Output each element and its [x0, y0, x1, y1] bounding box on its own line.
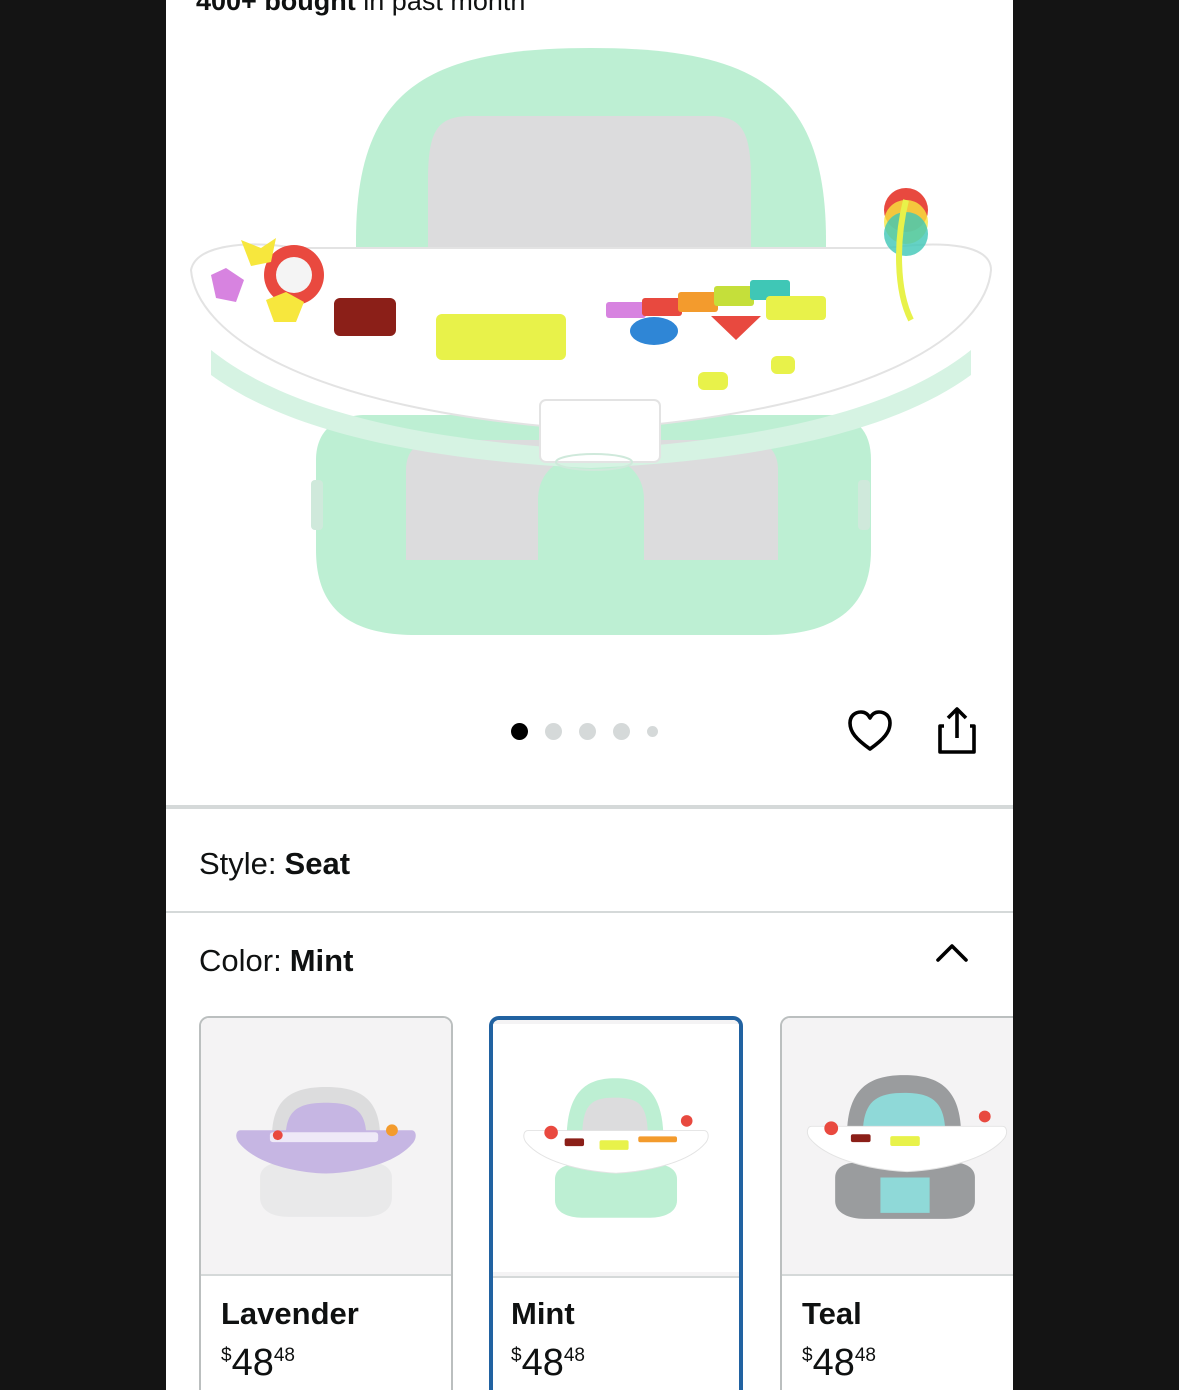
product-detail-screen: 400+ bought in past month Style: Seat Co… — [166, 0, 1013, 1390]
color-selector-label[interactable]: Color: Mint — [199, 943, 353, 979]
swatch-thumbnail — [782, 1018, 1013, 1276]
carousel-dot[interactable] — [579, 722, 596, 740]
share-icon[interactable] — [936, 706, 978, 756]
swatch-price: $4848 — [511, 1342, 585, 1384]
swatch-name: Mint — [511, 1296, 575, 1331]
section-divider — [166, 805, 1013, 809]
product-image[interactable] — [166, 30, 1013, 670]
style-selector-label[interactable]: Style: Seat — [199, 846, 350, 882]
swatch-price: $4848 — [802, 1342, 876, 1384]
carousel-dot[interactable] — [613, 722, 630, 740]
chevron-up-icon[interactable] — [934, 938, 970, 968]
swatch-name: Lavender — [221, 1296, 359, 1331]
color-value: Mint — [289, 943, 354, 978]
carousel-dot[interactable] — [511, 722, 528, 740]
section-divider — [166, 911, 1013, 913]
color-swatch-mint[interactable]: Mint $4848 — [489, 1016, 743, 1390]
swatch-thumbnail — [493, 1020, 739, 1278]
carousel-dot[interactable] — [647, 725, 658, 737]
heart-icon[interactable] — [846, 707, 894, 755]
swatch-price: $4848 — [221, 1342, 295, 1384]
bought-count-text: 400+ bought in past month — [196, 0, 526, 16]
color-swatch-teal[interactable]: Teal $4848 — [780, 1016, 1013, 1390]
swatch-thumbnail — [201, 1018, 451, 1276]
style-value: Seat — [284, 846, 351, 881]
carousel-dot[interactable] — [545, 722, 562, 740]
image-carousel-dots[interactable] — [511, 721, 658, 741]
swatch-name: Teal — [802, 1296, 862, 1331]
color-swatch-lavender[interactable]: Lavender $4848 — [199, 1016, 453, 1390]
